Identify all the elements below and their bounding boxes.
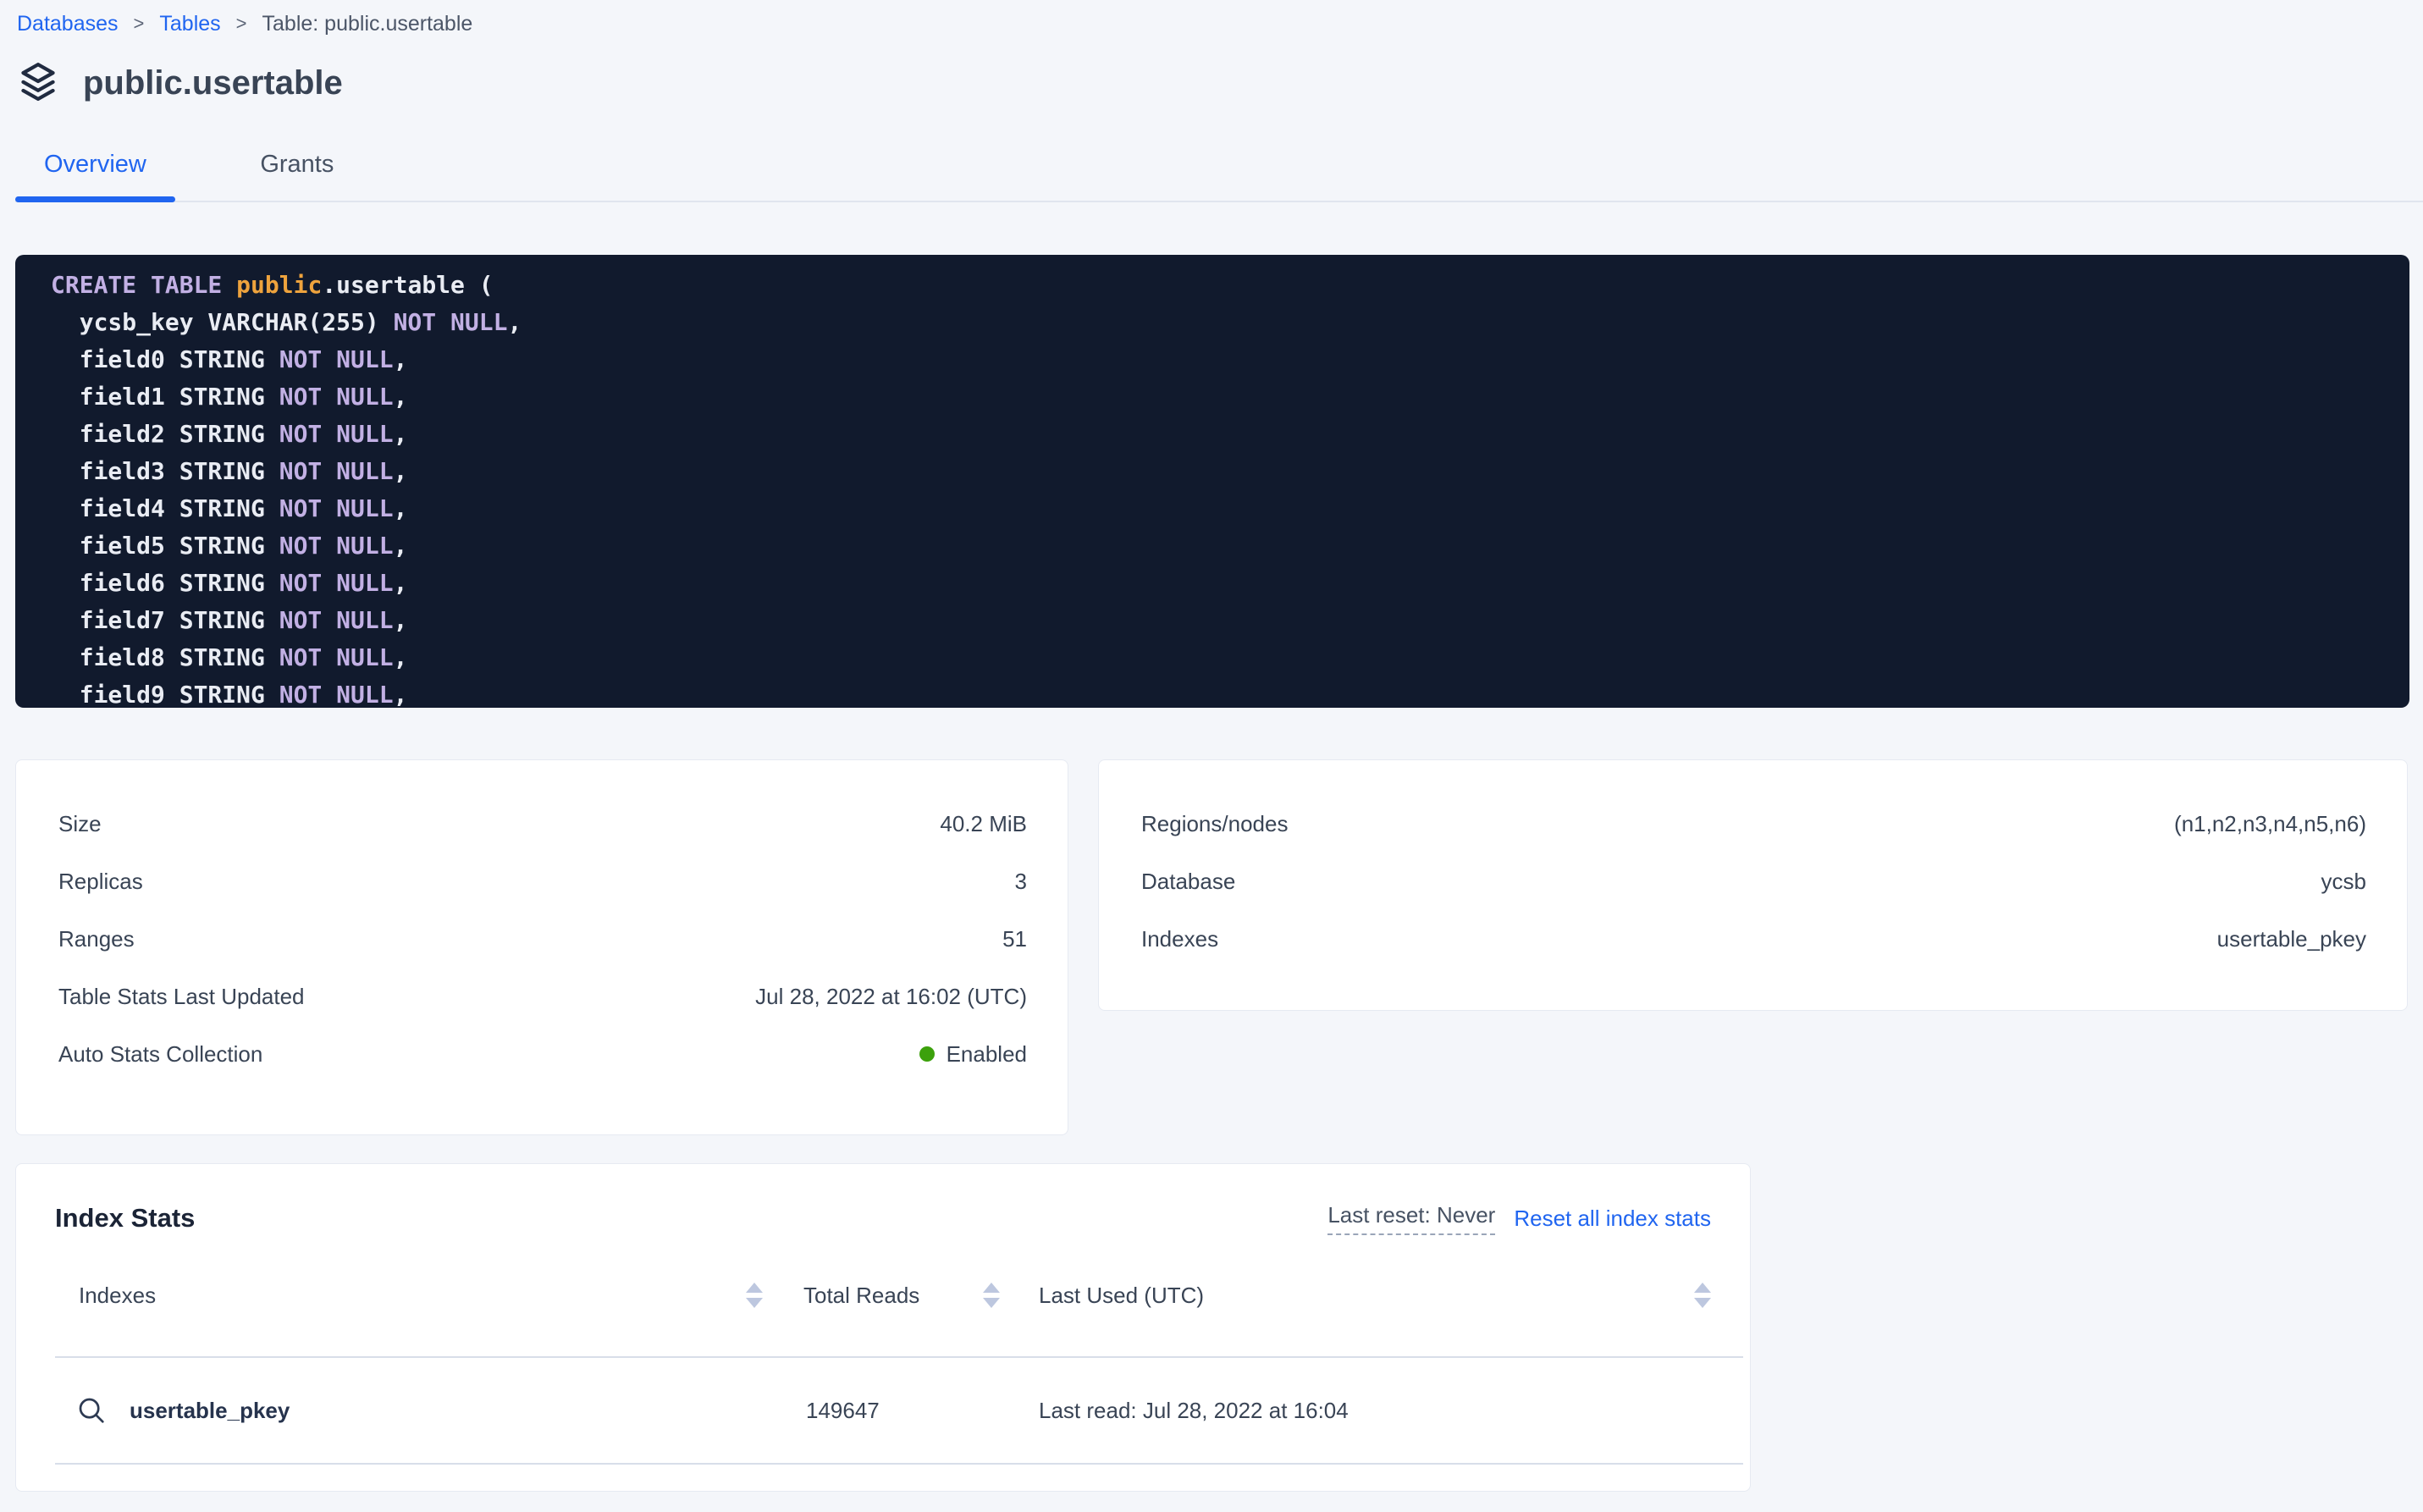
stat-row: Ranges 51 [58,910,1027,968]
stat-value: usertable_pkey [2217,926,2366,952]
table-stats-card: Size 40.2 MiB Replicas 3 Ranges 51 Table Stats… [15,759,1068,1135]
sql-line: field7 STRING NOT NULL, [51,602,2409,639]
index-table-body: usertable_pkey 149647Last read: Jul 28, 2… [55,1358,1711,1465]
stat-label: Table Stats Last Updated [58,984,305,1010]
breadcrumb-separator-icon: > [134,13,145,35]
stat-label: Ranges [58,926,135,952]
create-statement-code-block: CREATE TABLE public.usertable ( ycsb_key… [15,255,2409,708]
stat-value: 3 [1015,869,1027,895]
sql-line: ycsb_key VARCHAR(255) NOT NULL, [51,304,2409,341]
table-divider [55,1463,1743,1465]
stat-row: Table Stats Last Updated Jul 28, 2022 at … [58,968,1027,1025]
last-used-value: Last read: Jul 28, 2022 at 16:04 [1039,1398,1711,1424]
table-details-card: Regions/nodes (n1,n2,n3,n4,n5,n6) Database… [1098,759,2408,1011]
stat-row: Size 40.2 MiB [58,795,1027,853]
stat-value: Enabled [919,1041,1027,1068]
tab-bar: Overview Grants [15,151,2423,202]
stat-label: Auto Stats Collection [58,1041,262,1068]
stat-label: Size [58,811,102,837]
stat-value: (n1,n2,n3,n4,n5,n6) [2174,811,2366,837]
sql-line: field8 STRING NOT NULL, [51,639,2409,676]
breadcrumb-tables-link[interactable]: Tables [159,12,220,36]
stat-label: Regions/nodes [1141,811,1288,837]
stat-row: Regions/nodes (n1,n2,n3,n4,n5,n6) [1141,795,2366,853]
sql-line: field0 STRING NOT NULL, [51,341,2409,378]
sql-line: field3 STRING NOT NULL, [51,453,2409,490]
stat-value: Jul 28, 2022 at 16:02 (UTC) [755,984,1027,1010]
table-details-page: Databases > Tables > Table: public.usert… [0,0,2423,1512]
layers-icon [15,58,61,108]
stat-value: 40.2 MiB [940,811,1027,837]
breadcrumb: Databases > Tables > Table: public.usert… [0,0,2423,37]
search-icon [75,1394,108,1426]
stat-value: 51 [1002,926,1027,952]
breadcrumb-current: Table: public.usertable [262,12,473,36]
index-stats-card: Index Stats Last reset: Never Reset all … [15,1163,1751,1492]
index-stats-actions: Last reset: Never Reset all index stats [1327,1202,1711,1235]
column-header-indexes: Indexes [79,1283,156,1309]
page-title: public.usertable [83,64,343,102]
tab-grants[interactable]: Grants [231,151,362,201]
stat-row: Auto Stats Collection Enabled [58,1025,1027,1083]
stat-row: Database ycsb [1141,853,2366,910]
page-title-row: public.usertable [15,58,2423,108]
sql-line: CREATE TABLE public.usertable ( [51,267,2409,304]
sql-line: field2 STRING NOT NULL, [51,416,2409,453]
reset-all-index-stats-link[interactable]: Reset all index stats [1514,1206,1711,1232]
column-header-last-used: Last Used (UTC) [1039,1283,1204,1309]
breadcrumb-separator-icon: > [236,13,247,35]
index-name: usertable_pkey [130,1398,290,1424]
index-stats-title: Index Stats [55,1203,195,1233]
sql-line: field6 STRING NOT NULL, [51,565,2409,602]
index-table-header: Indexes Total Reads Last Used (UTC) [55,1234,1711,1356]
column-header-total-reads: Total Reads [803,1283,919,1309]
stat-label: Database [1141,869,1235,895]
sort-arrows-icon[interactable] [983,1283,1000,1308]
summary-cards-row: Size 40.2 MiB Replicas 3 Ranges 51 Table Stats… [15,759,2408,1135]
stat-row: Indexes usertable_pkey [1141,910,2366,968]
index-table-row[interactable]: usertable_pkey 149647Last read: Jul 28, 2… [55,1358,1711,1463]
sql-line: field9 STRING NOT NULL, [51,676,2409,708]
sql-line: field5 STRING NOT NULL, [51,527,2409,565]
sort-arrows-icon[interactable] [1694,1283,1711,1308]
status-dot-icon [919,1046,935,1062]
total-reads-value: 149647 [795,1398,1039,1424]
stat-label: Replicas [58,869,143,895]
sql-line: field1 STRING NOT NULL, [51,378,2409,416]
stat-label: Indexes [1141,926,1218,952]
sort-arrows-icon[interactable] [746,1283,763,1308]
breadcrumb-databases-link[interactable]: Databases [17,12,119,36]
stat-value: ycsb [2321,869,2366,895]
index-stats-header: Index Stats Last reset: Never Reset all … [55,1202,1711,1234]
stat-row: Replicas 3 [58,853,1027,910]
tab-overview[interactable]: Overview [15,151,175,201]
last-reset-label: Last reset: Never [1327,1202,1495,1235]
sql-line: field4 STRING NOT NULL, [51,490,2409,527]
